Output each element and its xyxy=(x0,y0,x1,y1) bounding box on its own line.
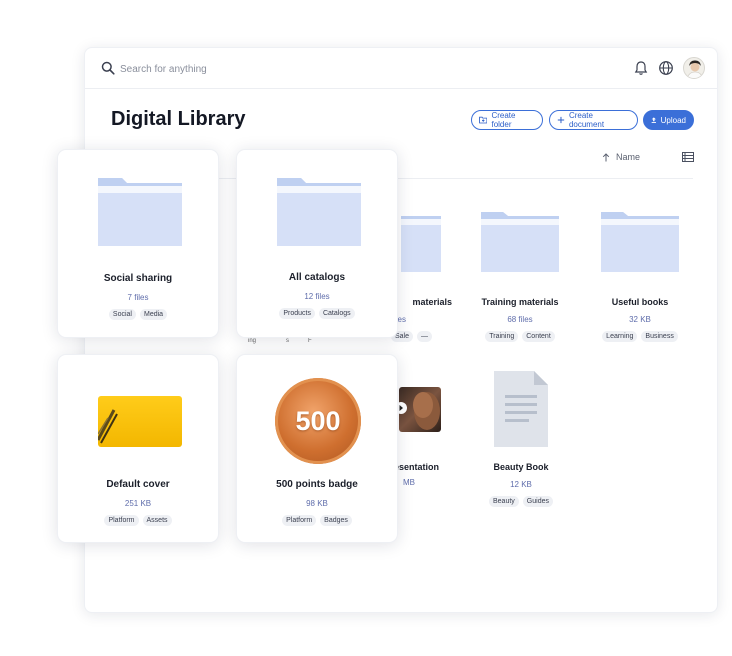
item-name: Default cover xyxy=(106,479,170,490)
folder-plus-icon xyxy=(479,116,488,124)
plus-icon xyxy=(557,116,565,124)
tag: Catalogs xyxy=(318,308,355,319)
item-name: Beauty Book xyxy=(493,462,549,472)
folder-card-all-catalogs[interactable]: All catalogs 12 files Products Catalogs xyxy=(236,149,398,338)
badge-text: 500 xyxy=(295,405,341,436)
avatar[interactable] xyxy=(683,57,705,79)
item-name: Useful books xyxy=(611,297,669,307)
item-meta: 7 files xyxy=(127,293,149,302)
create-document-button[interactable]: Create document xyxy=(549,110,638,130)
item-meta: 32 KB xyxy=(629,315,651,324)
globe-icon[interactable] xyxy=(658,60,674,76)
tag: Guides xyxy=(522,496,553,507)
list-item[interactable]: Training materials 68 files Training Con… xyxy=(461,297,579,342)
file-card-500-points-badge[interactable]: 500 500 points badge 98 KB Platform Badg… xyxy=(236,354,398,543)
folder-icon xyxy=(277,178,361,246)
create-document-label: Create document xyxy=(568,111,605,129)
list-item[interactable]: Useful books 32 KB Learning Business xyxy=(581,297,699,342)
tag: Media xyxy=(140,309,168,320)
tag: Learning xyxy=(602,331,638,342)
item-name: 500 points badge xyxy=(276,479,358,490)
list-view-icon[interactable] xyxy=(682,152,694,162)
top-bar xyxy=(85,48,717,89)
item-meta: MB xyxy=(403,478,415,487)
tag: Business xyxy=(641,331,678,342)
tag: Products xyxy=(279,308,315,319)
item-meta: 98 KB xyxy=(306,499,328,508)
sort-by-name[interactable]: Name xyxy=(602,152,640,162)
item-name: All catalogs xyxy=(288,272,346,283)
upload-label: Upload xyxy=(660,115,686,125)
tag: Platform xyxy=(104,515,139,526)
document-icon xyxy=(494,371,548,447)
folder-icon xyxy=(401,216,441,272)
tag: Assets xyxy=(142,515,172,526)
badge-image: 500 xyxy=(275,378,361,464)
hidden-fragment: s xyxy=(286,338,289,344)
search-input[interactable] xyxy=(120,59,420,79)
item-name: Training materials xyxy=(481,297,559,307)
tag: Platform xyxy=(282,515,317,526)
hidden-fragment: F xyxy=(308,338,312,344)
sort-label: Name xyxy=(616,152,641,162)
arrow-up-icon xyxy=(602,152,610,161)
tag: Training xyxy=(485,331,519,342)
folder-card-social-sharing[interactable]: Social sharing 7 files Social Media xyxy=(57,149,219,338)
item-name: Social sharing xyxy=(103,273,173,284)
page-title: Digital Library xyxy=(111,108,246,130)
search-icon xyxy=(101,61,115,75)
video-thumbnail[interactable] xyxy=(399,387,441,432)
bell-icon[interactable] xyxy=(634,60,648,76)
folder-icon xyxy=(98,178,182,246)
item-meta: 12 files xyxy=(304,292,330,301)
create-folder-label: Create folder xyxy=(491,111,516,129)
folder-icon xyxy=(601,212,679,272)
tag: Content xyxy=(522,331,555,342)
tag: — xyxy=(417,331,432,342)
item-meta: 68 files xyxy=(507,315,533,324)
tag: Social xyxy=(108,309,136,320)
tag: Badges xyxy=(320,515,352,526)
item-meta: 251 KB xyxy=(124,499,152,508)
folder-icon xyxy=(481,212,559,272)
tag: Beauty xyxy=(489,496,519,507)
upload-icon xyxy=(651,117,656,123)
cover-image xyxy=(98,396,182,447)
create-folder-button[interactable]: Create folder xyxy=(471,110,543,130)
item-name: esentation xyxy=(394,462,440,472)
upload-button[interactable]: Upload xyxy=(643,110,694,130)
hidden-fragment: ing xyxy=(248,338,257,344)
item-meta: 12 KB xyxy=(510,480,532,489)
file-card-default-cover[interactable]: Default cover 251 KB Platform Assets xyxy=(57,354,219,543)
list-item[interactable]: Beauty Book 12 KB Beauty Guides xyxy=(462,462,580,507)
